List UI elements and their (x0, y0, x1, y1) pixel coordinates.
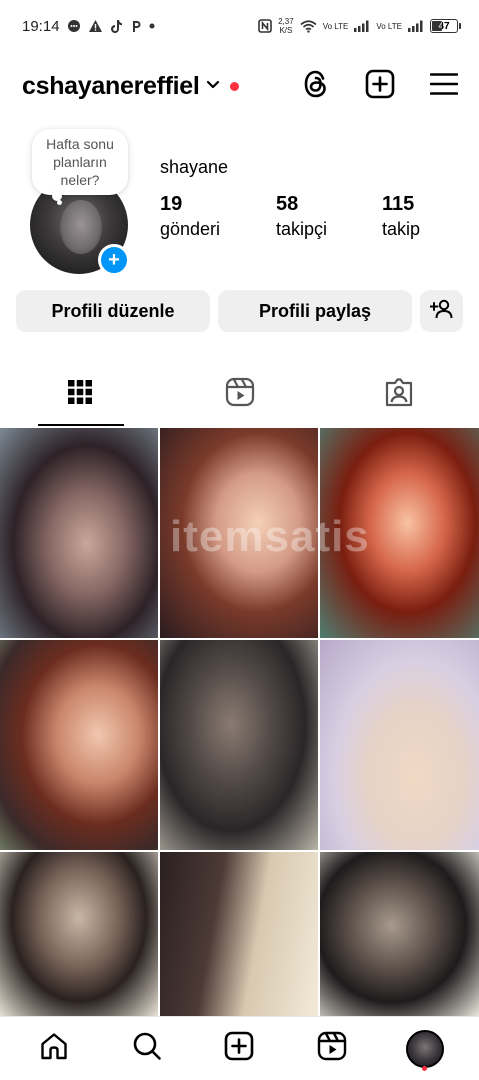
tab-reels[interactable] (160, 362, 320, 426)
post-thumbnail[interactable] (160, 640, 318, 850)
add-person-icon[interactable] (429, 299, 454, 324)
display-name: shayane (160, 157, 229, 177)
profile-avatar-icon[interactable] (405, 1029, 444, 1068)
notification-dot (229, 81, 239, 91)
sim2-label: Vo LTE (376, 21, 402, 31)
post-thumbnail[interactable] (0, 852, 158, 1016)
plus-icon[interactable]: + (108, 250, 120, 270)
followers-count[interactable]: 58 (276, 191, 382, 217)
bottom-navigation (0, 1016, 479, 1080)
tiktok-icon (110, 19, 123, 34)
share-profile-button[interactable]: Profili paylaş (218, 290, 412, 332)
chevron-down-icon[interactable] (206, 77, 220, 95)
network-speed: 2,37 K/S (278, 17, 294, 35)
chat-bubble-icon (67, 19, 81, 33)
profile-stats: 19 gönderi 58 takipçi 115 takip (160, 191, 420, 241)
battery-icon: 47 (430, 19, 461, 33)
network-speed-unit: K/S (279, 26, 293, 35)
status-left: 19:14 (22, 18, 155, 35)
signal-strength-2-icon (408, 20, 424, 32)
signal-strength-1-icon (354, 20, 370, 32)
profile-actions: Profili düzenle Profili paylaş (16, 290, 463, 332)
content-tabs (0, 362, 479, 426)
battery-level: 47 (438, 20, 450, 32)
sim2-volte: Vo LTE (376, 22, 402, 31)
discover-people-button[interactable] (420, 290, 463, 332)
threads-icon[interactable] (302, 69, 330, 104)
stat-posts[interactable]: 19 gönderi (160, 191, 276, 241)
battery-tip (459, 23, 461, 29)
sim1-volte: Vo LTE (323, 22, 349, 31)
more-notifications-dot-icon (149, 23, 155, 29)
note-bubble-tail-small (57, 200, 62, 205)
menu-button[interactable] (429, 71, 459, 101)
menu-icon[interactable] (429, 72, 459, 101)
grid-icon[interactable] (67, 379, 93, 410)
add-story-button[interactable]: + (98, 244, 130, 276)
following-label[interactable]: takip (382, 217, 420, 241)
post-thumbnail[interactable] (0, 428, 158, 638)
app-p-icon (130, 19, 142, 33)
edit-profile-label[interactable]: Profili düzenle (51, 301, 174, 322)
post-thumbnail[interactable] (320, 852, 479, 1016)
profile-header: cshayanereffiel (0, 58, 479, 114)
nfc-icon (258, 19, 272, 33)
threads-button[interactable] (301, 69, 331, 104)
post-thumbnail[interactable] (320, 428, 479, 638)
note-bubble[interactable]: Hafta sonu planların neler? (32, 129, 128, 195)
warning-icon (88, 19, 103, 33)
tagged-person-icon[interactable] (384, 377, 414, 412)
reels-nav-icon[interactable] (317, 1031, 347, 1066)
create-post-icon[interactable] (224, 1031, 254, 1066)
avatar-photo (60, 200, 102, 254)
posts-count[interactable]: 19 (160, 191, 276, 217)
status-right: 2,37 K/S Vo LTE Vo LTE 47 (258, 17, 461, 35)
stat-followers[interactable]: 58 takipçi (276, 191, 382, 241)
nav-create[interactable] (217, 1027, 261, 1071)
post-thumbnail[interactable] (160, 428, 318, 638)
create-button[interactable] (365, 69, 395, 104)
post-thumbnail[interactable] (160, 852, 318, 1016)
search-icon[interactable] (132, 1031, 162, 1066)
create-icon[interactable] (365, 69, 395, 104)
post-thumbnail[interactable] (0, 640, 158, 850)
active-tab-indicator (38, 424, 124, 426)
home-icon[interactable] (39, 1031, 69, 1066)
account-switcher[interactable]: cshayanereffiel (22, 72, 301, 101)
nav-profile[interactable] (403, 1027, 447, 1071)
stat-following[interactable]: 115 takip (382, 191, 420, 241)
following-count[interactable]: 115 (382, 191, 420, 217)
status-bar: 19:14 2,37 K/S Vo LTE Vo LTE 47 (0, 0, 479, 52)
share-profile-label[interactable]: Profili paylaş (259, 301, 371, 322)
reels-icon[interactable] (225, 377, 255, 412)
posts-grid (0, 428, 479, 1016)
status-time: 19:14 (22, 17, 60, 35)
posts-label[interactable]: gönderi (160, 217, 276, 241)
nav-home[interactable] (32, 1027, 76, 1071)
followers-label[interactable]: takipçi (276, 217, 382, 241)
network-speed-value: 2,37 (278, 17, 294, 26)
profile-section: Hafta sonu planların neler? + shayane 19… (0, 125, 479, 276)
nav-notification-dot (422, 1065, 428, 1071)
tab-posts-grid[interactable] (0, 362, 160, 426)
edit-profile-button[interactable]: Profili düzenle (16, 290, 210, 332)
nav-search[interactable] (125, 1027, 169, 1071)
battery-body: 47 (430, 19, 458, 33)
wifi-icon (300, 19, 317, 33)
tab-tagged[interactable] (319, 362, 479, 426)
note-text[interactable]: Hafta sonu planların neler? (40, 135, 120, 189)
nav-reels[interactable] (310, 1027, 354, 1071)
sim1-label: Vo LTE (322, 21, 349, 31)
header-actions (301, 69, 459, 104)
post-thumbnail[interactable] (320, 640, 479, 850)
username[interactable]: cshayanereffiel (22, 72, 200, 101)
